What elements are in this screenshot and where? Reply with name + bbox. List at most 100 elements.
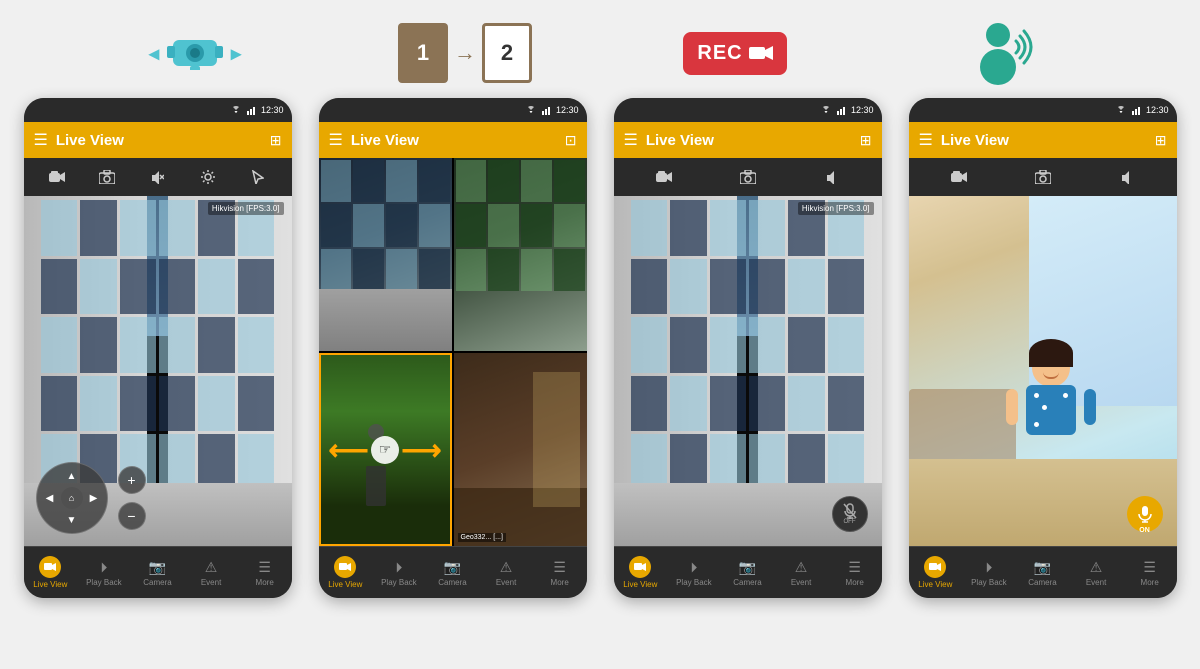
mic-on-label: ON bbox=[1139, 527, 1150, 534]
nav-camera-1[interactable]: 📷 Camera bbox=[131, 559, 185, 587]
app-header-3: ☰ Live View ⊞ bbox=[614, 122, 882, 158]
feed-cell-4[interactable]: Geo332... [...] bbox=[454, 353, 587, 546]
signal-icon-4 bbox=[1132, 105, 1142, 115]
cam-icon-3[interactable] bbox=[656, 169, 672, 185]
nav-liveview-2[interactable]: Live View bbox=[319, 556, 373, 589]
nav-more-1[interactable]: ☰ More bbox=[238, 559, 292, 587]
feed-label-1: Hikvision [FPS:3.0] bbox=[208, 202, 284, 215]
rec-text: REC bbox=[697, 42, 742, 65]
feed-area-3[interactable]: Hikvision [FPS:3.0] OFF bbox=[614, 196, 882, 546]
zoom-out-1[interactable]: − bbox=[118, 502, 146, 530]
nav-camera-3[interactable]: 📷 Camera bbox=[721, 559, 775, 587]
building-image-3 bbox=[614, 196, 882, 546]
view-number-1: 1 bbox=[398, 23, 448, 83]
app-header-1: ☰ Live View ⊞ bbox=[24, 122, 292, 158]
rec-icon: REC bbox=[683, 32, 786, 75]
nav-more-3[interactable]: ☰ More bbox=[828, 559, 882, 587]
menu-icon-1[interactable]: ☰ bbox=[34, 130, 48, 150]
snapshot-icon-4[interactable] bbox=[1035, 169, 1051, 185]
phone-2: 12:30 ☰ Live View ⊡ bbox=[319, 98, 587, 598]
cam-icon-1[interactable] bbox=[49, 169, 65, 185]
nav-liveview-4[interactable]: Live View bbox=[909, 556, 963, 589]
dpad-up-1[interactable]: ▲ bbox=[62, 466, 82, 486]
menu-icon-4[interactable]: ☰ bbox=[919, 130, 933, 150]
status-bar-4: 12:30 bbox=[909, 98, 1177, 122]
nav-more-4[interactable]: ☰ More bbox=[1123, 559, 1177, 587]
cursor-icon-1[interactable] bbox=[250, 169, 266, 185]
nav-event-2[interactable]: ⚠ Event bbox=[479, 559, 533, 587]
rec-badge: REC bbox=[683, 32, 786, 75]
phone-4: 12:30 ☰ Live View ⊞ bbox=[909, 98, 1177, 598]
feed-cell-3[interactable]: ⟵ ⟶ ☞ bbox=[319, 353, 452, 546]
cam-icon-4[interactable] bbox=[951, 169, 967, 185]
zoom-controls-1: + − bbox=[118, 466, 146, 530]
feed-cell-1[interactable] bbox=[319, 158, 452, 351]
status-bar-3: 12:30 bbox=[614, 98, 882, 122]
app-title-2: Live View bbox=[351, 132, 557, 149]
nav-event-4[interactable]: ⚠ Event bbox=[1069, 559, 1123, 587]
signal-icon-3 bbox=[837, 105, 847, 115]
ptz-arrow-right-icon: ▸ bbox=[231, 41, 241, 66]
menu-icon-3[interactable]: ☰ bbox=[624, 130, 638, 150]
ptz-controls-1: ▲ ▼ ◀ ▶ ⌂ + − bbox=[36, 462, 146, 534]
mic-on-icon bbox=[1137, 505, 1153, 523]
mute-icon-3[interactable] bbox=[824, 169, 840, 185]
nav-camera-2[interactable]: 📷 Camera bbox=[426, 559, 480, 587]
nav-more-2[interactable]: ☰ More bbox=[533, 559, 587, 587]
nav-event-1[interactable]: ⚠ Event bbox=[184, 559, 238, 587]
cell4-label: Geo332... [...] bbox=[458, 533, 506, 542]
indoor-feed bbox=[909, 196, 1177, 546]
dpad-right-1[interactable]: ▶ bbox=[84, 488, 104, 508]
feed-label-3: Hikvision [FPS:3.0] bbox=[798, 202, 874, 215]
menu-icon-2[interactable]: ☰ bbox=[329, 130, 343, 150]
feature-icons-row: ◂ ▸ 1 → 2 bbox=[0, 0, 1200, 98]
rec-icon-block: REC bbox=[635, 18, 835, 88]
feed-area-4[interactable]: ON bbox=[909, 196, 1177, 546]
snapshot-icon-1[interactable] bbox=[99, 169, 115, 185]
app-title-4: Live View bbox=[941, 132, 1147, 149]
feed-area-2[interactable]: ⟵ ⟶ ☞ Geo332... [...] bbox=[319, 158, 587, 546]
rec-camera-icon bbox=[749, 44, 773, 62]
mute-icon-1[interactable] bbox=[149, 169, 165, 185]
toolbar-4 bbox=[909, 158, 1177, 196]
multiview-icon: 1 → 2 bbox=[398, 23, 532, 83]
multi-feed-grid: ⟵ ⟶ ☞ Geo332... [...] bbox=[319, 158, 587, 546]
mute-icon-4[interactable] bbox=[1119, 169, 1135, 185]
phones-container: 12:30 ☰ Live View ⊞ bbox=[0, 98, 1200, 598]
snapshot-icon-3[interactable] bbox=[740, 169, 756, 185]
mic-on-button[interactable]: ON bbox=[1127, 496, 1163, 532]
nav-liveview-3[interactable]: Live View bbox=[614, 556, 668, 589]
toolbar-3 bbox=[614, 158, 882, 196]
bottom-nav-2: Live View ⏵ Play Back 📷 Camera ⚠ Event ☰… bbox=[319, 546, 587, 598]
dpad-left-1[interactable]: ◀ bbox=[40, 488, 60, 508]
nav-liveview-1[interactable]: Live View bbox=[24, 556, 78, 589]
nav-playback-1[interactable]: ⏵ Play Back bbox=[77, 559, 131, 587]
audio-icon-block bbox=[905, 18, 1105, 88]
nav-playback-3[interactable]: ⏵ Play Back bbox=[667, 559, 721, 587]
feed-area-1[interactable]: Hikvision [FPS:3.0] ▲ ▼ ◀ ▶ ⌂ + − bbox=[24, 196, 292, 546]
zoom-in-1[interactable]: + bbox=[118, 466, 146, 494]
ptz-icon-block: ◂ ▸ bbox=[95, 18, 295, 88]
status-bar-2: 12:30 bbox=[319, 98, 587, 122]
layout-icon-2[interactable]: ⊡ bbox=[565, 132, 577, 149]
nav-playback-2[interactable]: ⏵ Play Back bbox=[372, 559, 426, 587]
app-title-1: Live View bbox=[56, 132, 262, 149]
wifi-icon-3 bbox=[819, 105, 833, 115]
mic-off-button[interactable]: OFF bbox=[832, 496, 868, 532]
dpad-home-1[interactable]: ⌂ bbox=[61, 487, 83, 509]
wifi-icon-4 bbox=[1114, 105, 1128, 115]
layout-icon-4[interactable]: ⊞ bbox=[1155, 132, 1167, 149]
signal-icon-2 bbox=[542, 105, 552, 115]
phone-3: 12:30 ☰ Live View ⊞ bbox=[614, 98, 882, 598]
view-number-2: 2 bbox=[482, 23, 532, 83]
d-pad-1[interactable]: ▲ ▼ ◀ ▶ ⌂ bbox=[36, 462, 108, 534]
layout-icon-3[interactable]: ⊞ bbox=[860, 132, 872, 149]
toolbar-1 bbox=[24, 158, 292, 196]
dpad-down-1[interactable]: ▼ bbox=[62, 510, 82, 530]
nav-event-3[interactable]: ⚠ Event bbox=[774, 559, 828, 587]
nav-playback-4[interactable]: ⏵ Play Back bbox=[962, 559, 1016, 587]
brightness-icon-1[interactable] bbox=[200, 169, 216, 185]
layout-icon-1[interactable]: ⊞ bbox=[270, 132, 282, 149]
nav-camera-4[interactable]: 📷 Camera bbox=[1016, 559, 1070, 587]
feed-cell-2[interactable] bbox=[454, 158, 587, 351]
